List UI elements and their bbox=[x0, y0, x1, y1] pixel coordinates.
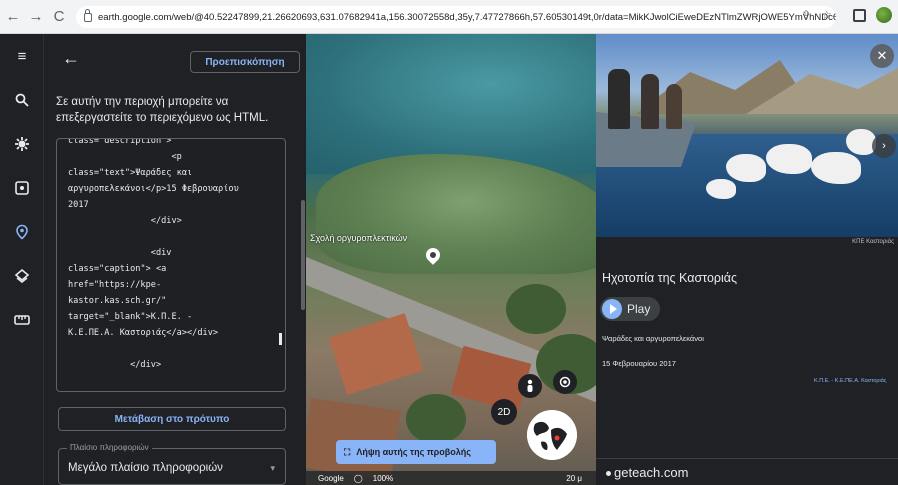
star-icon[interactable]: ☆ bbox=[821, 8, 832, 22]
grass-area bbox=[316, 154, 596, 274]
toggle-2d-button[interactable]: 2D bbox=[491, 399, 517, 425]
photo-pelican bbox=[811, 152, 861, 184]
html-code-editor[interactable]: class="description"> <p class="text">Ψαρ… bbox=[56, 138, 286, 392]
code-line: class="text">Ψαράδες και bbox=[68, 168, 193, 178]
bullet-icon bbox=[606, 471, 611, 476]
code-line: kastor.kas.sch.gr/" bbox=[68, 296, 167, 306]
info-description: Ψαράδες και αργυροπελεκάνοι bbox=[602, 334, 704, 343]
chevron-down-icon: ▾ bbox=[270, 463, 275, 473]
globe-icon[interactable] bbox=[527, 410, 577, 460]
select-legend: Πλαίσιο πληροφοριών bbox=[67, 443, 152, 452]
code-line: href="https://kpe- bbox=[68, 280, 162, 290]
lake-area bbox=[306, 34, 596, 174]
search-icon[interactable] bbox=[12, 90, 32, 110]
info-photo[interactable]: ✕ › bbox=[596, 34, 898, 237]
play-icon bbox=[602, 299, 622, 319]
photo-credit: ΚΠΕ Καστοριάς bbox=[852, 239, 894, 245]
info-title: Ηχοτοπία της Καστοριάς bbox=[602, 271, 738, 285]
earth-side-rail: ≡ bbox=[0, 34, 44, 485]
photo-person bbox=[608, 69, 630, 129]
chevron-right-icon[interactable]: › bbox=[872, 134, 896, 158]
play-button[interactable]: Play bbox=[600, 297, 661, 321]
back-icon[interactable]: ← bbox=[3, 7, 23, 27]
code-line: 2017 bbox=[68, 200, 89, 210]
google-brand: Google bbox=[318, 473, 344, 483]
pegman-icon[interactable] bbox=[518, 374, 542, 398]
zoom-icon: ◯ bbox=[353, 473, 363, 483]
photo-person bbox=[641, 74, 659, 129]
code-line: </div> bbox=[68, 216, 182, 226]
back-arrow-icon[interactable]: ← bbox=[62, 48, 80, 69]
capture-view-button[interactable]: ⛶ Λήψη αυτής της προβολής bbox=[336, 440, 496, 464]
go-to-template-button[interactable]: Μετάβαση στο πρότυπο bbox=[58, 407, 286, 431]
panel-scrollbar[interactable] bbox=[301, 200, 305, 310]
select-value: Μεγάλο πλαίσιο πληροφοριών bbox=[68, 462, 223, 474]
forward-icon[interactable]: → bbox=[26, 7, 46, 27]
building-roof bbox=[306, 398, 401, 480]
code-line: </div> bbox=[68, 360, 162, 370]
close-icon[interactable]: ✕ bbox=[870, 44, 894, 68]
share-icon[interactable]: ⇪ bbox=[801, 8, 811, 22]
feeling-lucky-icon[interactable] bbox=[12, 178, 32, 198]
photo-person bbox=[666, 84, 682, 129]
url-text: earth.google.com/web/@40.52247899,21.266… bbox=[98, 11, 836, 23]
preview-button[interactable]: Προεπισκόπηση bbox=[190, 51, 300, 73]
measure-icon[interactable] bbox=[12, 310, 32, 330]
tab-search-icon[interactable] bbox=[853, 8, 866, 22]
code-line: target="_blank">Κ.Π.Ε. - bbox=[68, 312, 193, 322]
info-box-panel: ✕ › ΚΠΕ Καστοριάς Ηχοτοπία της Καστοριάς… bbox=[596, 34, 898, 485]
earth-map-view[interactable]: Σχολή οργυροπλεκτικών 2D ⛶ Λήψη αυτής τη… bbox=[306, 34, 596, 485]
tree bbox=[506, 284, 566, 334]
screen: ← → C earth.google.com/web/@40.52247899,… bbox=[0, 0, 898, 485]
address-bar[interactable]: earth.google.com/web/@40.52247899,21.266… bbox=[76, 6, 836, 28]
voyager-icon[interactable] bbox=[12, 134, 32, 154]
code-line: <p bbox=[68, 152, 182, 162]
browser-toolbar: ← → C earth.google.com/web/@40.52247899,… bbox=[0, 0, 898, 34]
infobox-size-select[interactable]: Πλαίσιο πληροφοριών Μεγάλο πλαίσιο πληρο… bbox=[58, 443, 286, 485]
map-style-icon[interactable] bbox=[12, 266, 32, 286]
footer-brand: geteach.com bbox=[614, 465, 689, 480]
text-cursor bbox=[279, 333, 282, 345]
photo-pelican bbox=[726, 154, 766, 182]
tree bbox=[406, 394, 466, 444]
projects-icon[interactable] bbox=[12, 222, 32, 242]
place-label[interactable]: Σχολή οργυροπλεκτικών bbox=[310, 233, 407, 243]
photo-pelican bbox=[766, 144, 812, 174]
zoom-level: 100% bbox=[372, 473, 394, 483]
editor-intro-text: Σε αυτήν την περιοχή μπορείτε να επεξεργ… bbox=[56, 96, 269, 124]
capture-view-label: Λήψη αυτής της προβολής bbox=[356, 447, 471, 457]
code-line: class="caption"> <a bbox=[68, 264, 167, 274]
code-line: Κ.Ε.ΠΕ.Α. Καστοριάς</a></div> bbox=[68, 328, 219, 338]
info-source-link[interactable]: Κ.Π.Ε. - Κ.Ε.ΠΕ.Α. Καστοριάς bbox=[814, 378, 887, 384]
capture-icon: ⛶ bbox=[344, 446, 351, 457]
code-line: αργυροπελεκάνοι</p>15 Φεβρουαρίου bbox=[68, 184, 239, 194]
code-line: class="description"> bbox=[68, 138, 172, 146]
map-status-bar: Google ◯ 100% 20 μ bbox=[306, 471, 596, 485]
code-line: <div bbox=[68, 248, 172, 258]
photo-pelican bbox=[706, 179, 736, 199]
html-editor-panel: ← Προεπισκόπηση Σε αυτήν την περιοχή μπο… bbox=[44, 34, 306, 485]
extension-icon[interactable] bbox=[876, 7, 892, 23]
info-footer: geteach.com bbox=[596, 458, 898, 485]
info-date: 15 Φεβρουαρίου 2017 bbox=[602, 359, 676, 368]
reload-icon[interactable]: C bbox=[49, 7, 69, 27]
lock-icon bbox=[84, 8, 92, 22]
scale-label: 20 μ bbox=[566, 473, 582, 483]
play-label: Play bbox=[627, 302, 651, 316]
my-location-icon[interactable] bbox=[553, 370, 577, 394]
menu-icon[interactable]: ≡ bbox=[12, 46, 32, 66]
